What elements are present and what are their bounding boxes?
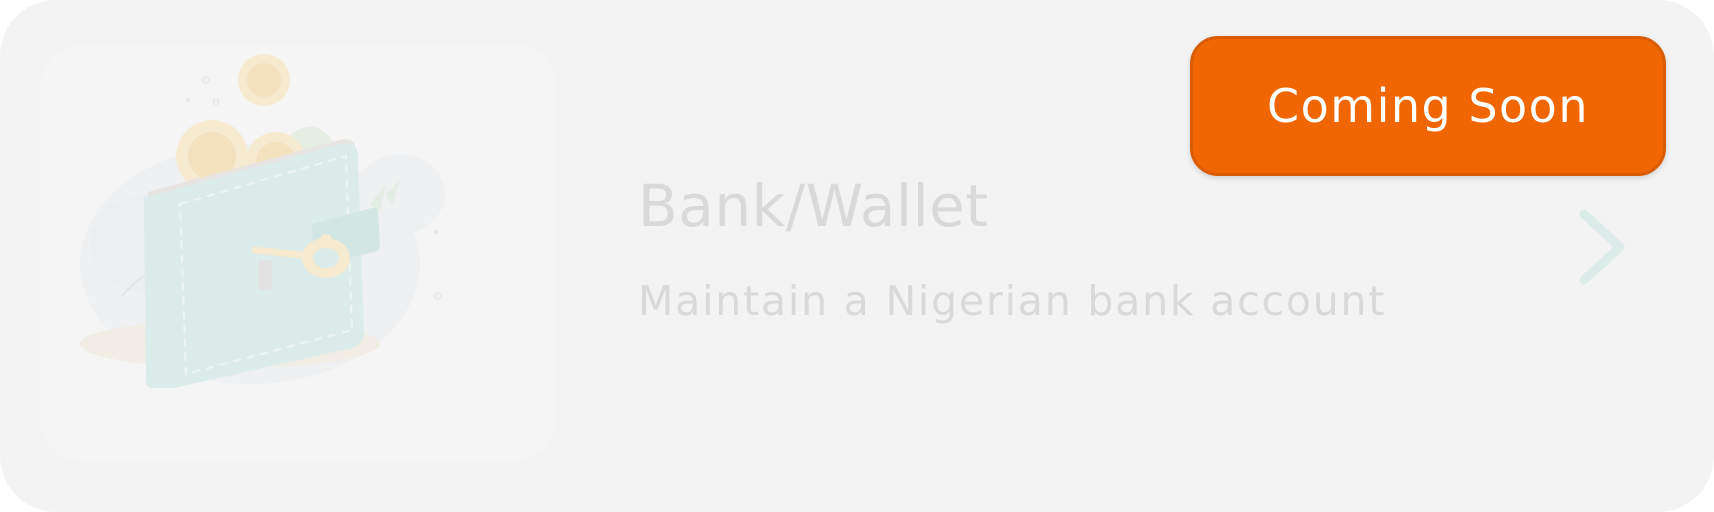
wallet-illustration: [40, 44, 556, 462]
option-title: Bank/Wallet: [638, 172, 989, 240]
chevron-right-icon[interactable]: [1572, 206, 1628, 288]
wallet-icon: [80, 54, 445, 388]
option-text: Bank/Wallet Maintain a Nigerian bank acc…: [638, 172, 1538, 326]
option-subtitle: Maintain a Nigerian bank account: [638, 277, 1387, 325]
coming-soon-badge: Coming Soon: [1190, 36, 1666, 176]
bank-wallet-option-card[interactable]: Bank/Wallet Maintain a Nigerian bank acc…: [0, 0, 1714, 512]
